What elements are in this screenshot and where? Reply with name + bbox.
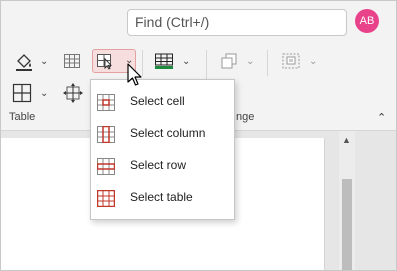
select-cell-icon	[97, 94, 115, 111]
group-objects-dropdown-icon[interactable]: ⌄	[309, 56, 317, 67]
ribbon-separator	[267, 50, 268, 76]
menu-item-label: Select row	[130, 158, 187, 172]
group-objects-icon[interactable]	[281, 52, 301, 70]
group-label-table: Table	[9, 111, 36, 123]
scroll-thumb[interactable]	[342, 179, 352, 271]
select-table-icon	[97, 190, 115, 207]
select-menu: Select cell Select column Select row Sel…	[90, 79, 235, 220]
table-borders-icon[interactable]	[63, 52, 81, 70]
fill-color-icon[interactable]	[14, 52, 34, 72]
fill-color-dropdown-icon[interactable]: ⌄	[40, 56, 48, 67]
table-insert-dropdown-icon[interactable]: ⌄	[40, 88, 48, 99]
select-column-icon	[97, 126, 115, 143]
vertical-scrollbar[interactable]: ▲	[339, 131, 355, 271]
arrange-front-dropdown-icon[interactable]: ⌄	[246, 56, 254, 67]
table-style-icon[interactable]	[154, 52, 174, 70]
table-move-handle-icon[interactable]	[63, 83, 83, 103]
menu-item-select-row[interactable]: Select row	[91, 150, 234, 182]
scroll-up-icon[interactable]: ▲	[342, 135, 351, 145]
menu-item-label: Select table	[130, 190, 193, 204]
collapse-ribbon-icon[interactable]: ⌃	[377, 111, 386, 124]
menu-item-label: Select cell	[130, 94, 185, 108]
search-input[interactable]: Find (Ctrl+/)	[127, 9, 347, 36]
menu-item-select-column[interactable]: Select column	[91, 118, 234, 150]
mouse-cursor-icon	[127, 63, 142, 86]
table-style-dropdown-icon[interactable]: ⌄	[182, 56, 190, 67]
menu-item-label: Select column	[130, 126, 206, 140]
table-insert-icon[interactable]	[12, 83, 32, 103]
avatar[interactable]: AB	[355, 9, 379, 33]
arrange-front-icon[interactable]	[220, 52, 238, 70]
select-row-icon	[97, 158, 115, 175]
group-label-arrange: nge	[236, 111, 255, 123]
menu-item-select-cell[interactable]: Select cell	[91, 86, 234, 118]
title-bar: Find (Ctrl+/) AB	[0, 0, 397, 44]
select-table-cursor-icon	[97, 54, 112, 70]
menu-item-select-table[interactable]: Select table	[91, 182, 234, 214]
